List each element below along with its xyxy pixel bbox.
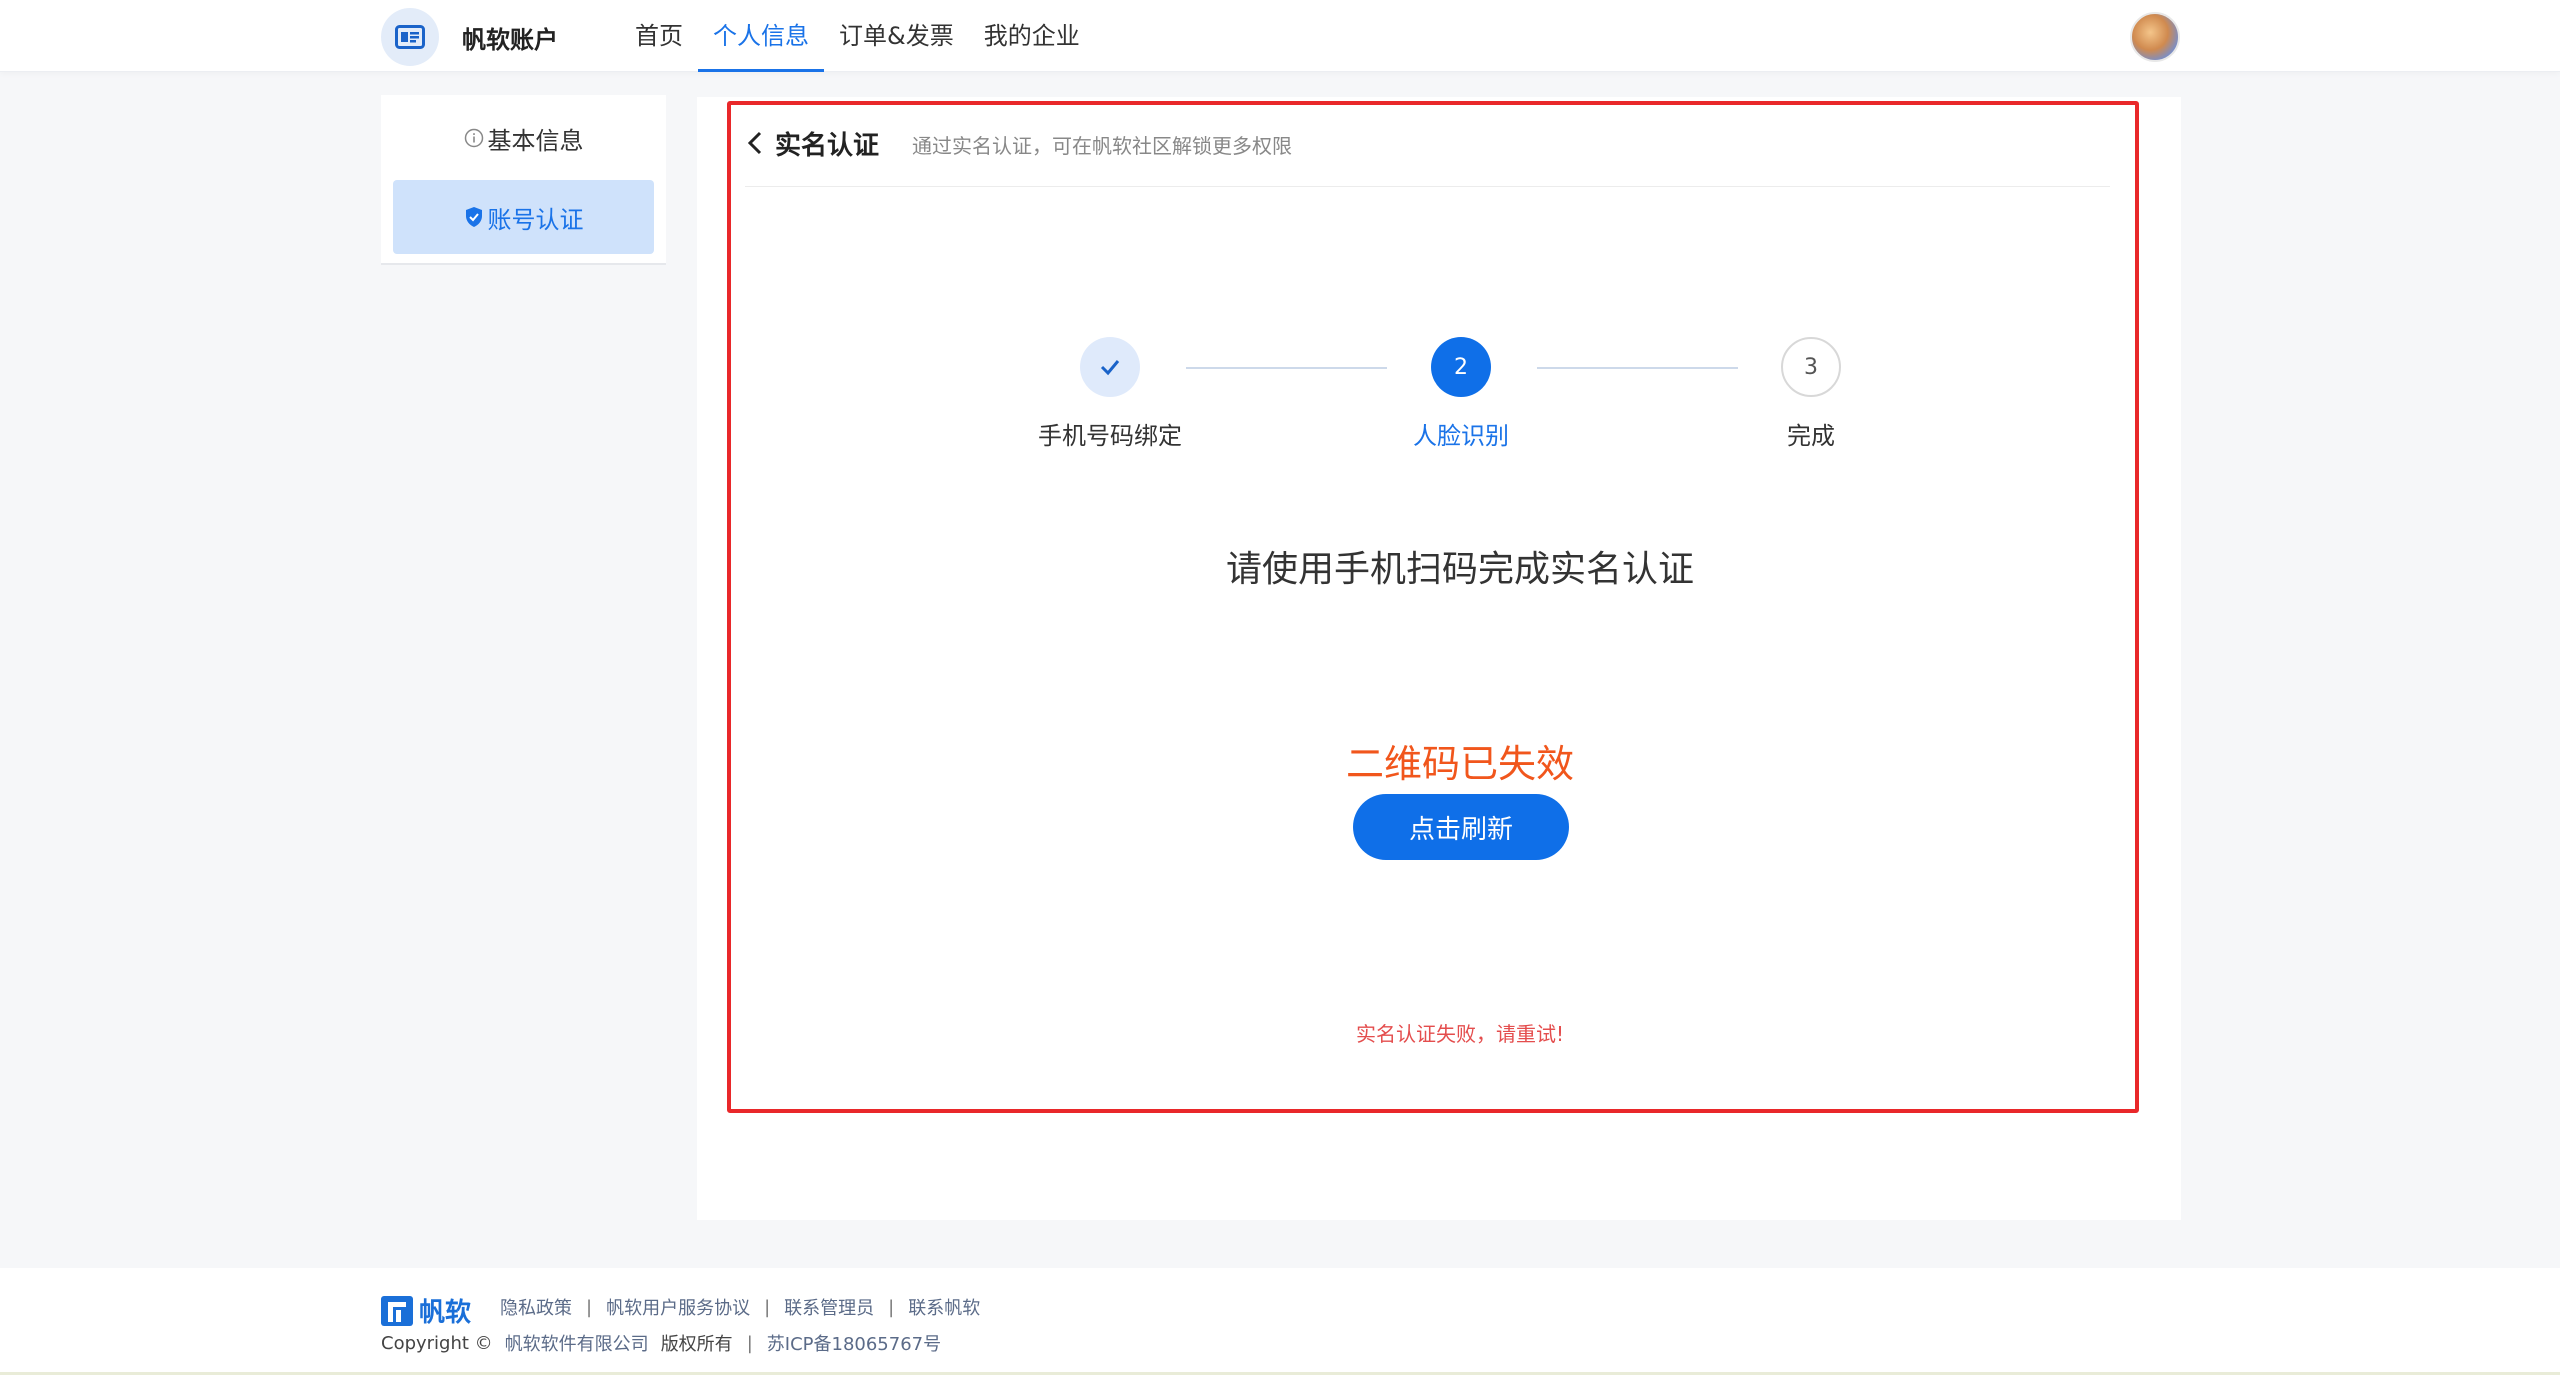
icp-link[interactable]: 苏ICP备18065767号 xyxy=(767,1330,941,1356)
shield-check-icon xyxy=(465,207,482,227)
step-connector xyxy=(1186,367,1387,369)
nav-personal-info[interactable]: 个人信息 xyxy=(698,0,824,72)
company-link[interactable]: 帆软软件有限公司 xyxy=(505,1330,649,1356)
highlight-frame xyxy=(727,101,2139,1113)
scan-instruction: 请使用手机扫码完成实名认证 xyxy=(1225,549,1694,590)
user-avatar[interactable] xyxy=(2130,12,2180,62)
verification-fail-message: 实名认证失败，请重试! xyxy=(1355,1022,1565,1046)
sidebar: 基本信息 账号认证 xyxy=(381,95,666,265)
title-divider xyxy=(745,186,2110,187)
step-connector xyxy=(1537,367,1738,369)
step-1-label: 手机号码绑定 xyxy=(1038,422,1182,450)
step-3-label: 完成 xyxy=(1787,422,1835,450)
nav-orders-invoices[interactable]: 订单&发票 xyxy=(824,0,969,72)
rights-text: 版权所有 xyxy=(660,1334,733,1355)
contact-admin-link[interactable]: 联系管理员 xyxy=(784,1294,874,1320)
step-3-indicator: 3 xyxy=(1781,337,1841,397)
service-agreement-link[interactable]: 帆软用户服务协议 xyxy=(606,1294,750,1320)
sidebar-item-label: 基本信息 xyxy=(487,126,584,155)
qr-expired-status: 二维码已失效 xyxy=(1345,742,1574,786)
footer-logo[interactable]: 帆软 xyxy=(381,1292,471,1329)
footer-links: 隐私政策 | 帆软用户服务协议 | 联系管理员 | 联系帆软 xyxy=(500,1294,980,1320)
id-card-icon[interactable] xyxy=(381,8,439,66)
contact-fanruan-link[interactable]: 联系帆软 xyxy=(908,1294,980,1320)
sidebar-item-basic-info[interactable]: 基本信息 xyxy=(393,101,654,175)
fanruan-logo-icon xyxy=(381,1295,413,1326)
step-1-check-icon xyxy=(1080,337,1140,397)
nav-home[interactable]: 首页 xyxy=(620,0,698,72)
step-2-indicator: 2 xyxy=(1431,337,1491,397)
sidebar-item-account-verification[interactable]: 账号认证 xyxy=(393,180,654,254)
chevron-left-icon xyxy=(747,131,762,155)
refresh-button[interactable]: 点击刷新 xyxy=(1353,794,1569,860)
page-title: 实名认证 xyxy=(775,131,880,161)
info-icon xyxy=(464,128,483,148)
page-subtitle: 通过实名认证，可在帆软社区解锁更多权限 xyxy=(912,134,1292,158)
footer-logo-text: 帆软 xyxy=(419,1298,472,1328)
nav-my-enterprise[interactable]: 我的企业 xyxy=(969,0,1095,72)
step-2-label: 人脸识别 xyxy=(1413,422,1509,450)
sidebar-item-label: 账号认证 xyxy=(487,205,584,234)
back-button[interactable] xyxy=(745,128,765,158)
main-nav: 首页 个人信息 订单&发票 我的企业 xyxy=(620,0,1095,72)
footer-copyright: Copyright © 帆软软件有限公司 版权所有 | 苏ICP备1806576… xyxy=(381,1330,941,1356)
privacy-policy-link[interactable]: 隐私政策 xyxy=(500,1294,572,1320)
app-title[interactable]: 帆软账户 xyxy=(462,20,558,55)
copyright-prefix: Copyright © xyxy=(381,1332,493,1354)
